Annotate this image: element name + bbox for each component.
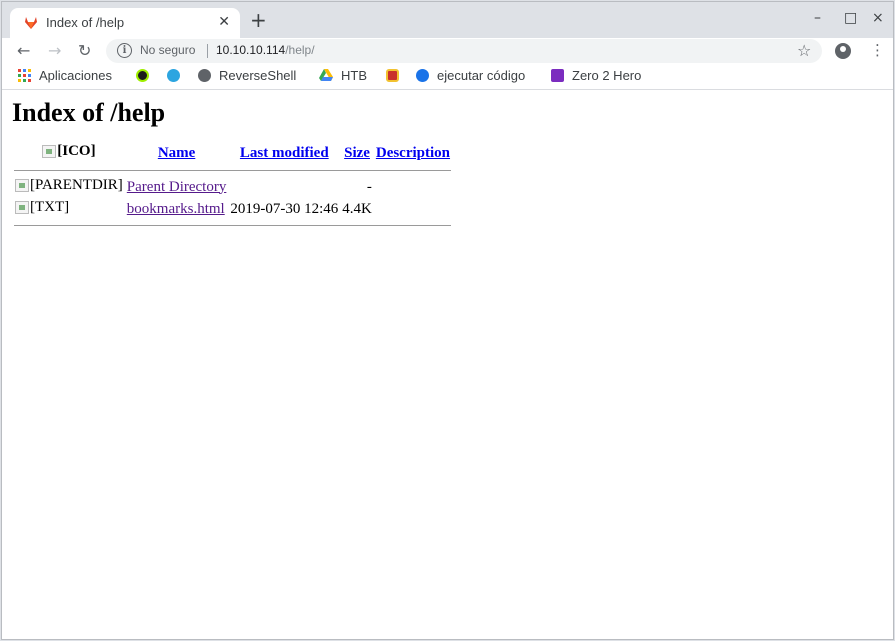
account-icon[interactable] xyxy=(835,43,851,59)
parent-directory-link[interactable]: Parent Directory xyxy=(127,179,227,195)
table-row: [TXT] bookmarks.html 2019-07-30 12:46 4.… xyxy=(14,199,451,219)
tab-active[interactable]: Index of /help ✕ xyxy=(10,8,240,38)
icon-alt-text: [ICO] xyxy=(57,143,96,159)
row-icon: [TXT] xyxy=(14,199,124,219)
bookmark-ironman[interactable] xyxy=(386,68,407,83)
size-column-header: Size xyxy=(341,142,373,164)
bookmark-reverseshell[interactable]: ReverseShell xyxy=(198,68,296,83)
sort-by-description-link[interactable]: Description xyxy=(376,145,450,161)
reload-icon[interactable]: ↻ xyxy=(78,41,91,60)
maximize-button[interactable]: □ xyxy=(844,10,857,26)
bookmarks-file-link[interactable]: bookmarks.html xyxy=(127,201,225,217)
separator-row xyxy=(14,221,452,230)
menu-kebab-icon[interactable]: ⋮ xyxy=(870,41,885,59)
back-arrow-icon[interactable]: ← xyxy=(17,41,30,60)
info-icon[interactable]: i xyxy=(117,43,132,58)
forward-arrow-icon[interactable]: → xyxy=(48,41,61,60)
sort-by-size-link[interactable]: Size xyxy=(344,145,370,161)
security-label: No seguro xyxy=(140,43,196,57)
bookmark-ejecutar[interactable]: ejecutar código xyxy=(416,68,525,83)
bookmark-label: ReverseShell xyxy=(219,68,297,83)
url-path: /help/ xyxy=(285,43,315,57)
url-text: 10.10.10.114/help/ xyxy=(216,43,315,57)
divider xyxy=(14,170,452,171)
sort-by-modified-link[interactable]: Last modified xyxy=(240,145,329,161)
icon-column-header: [ICO] xyxy=(14,142,124,164)
bookmark-star-icon[interactable]: ☆ xyxy=(797,41,811,60)
sort-by-name-link[interactable]: Name xyxy=(158,145,196,161)
bookmark-label: Aplicaciones xyxy=(39,68,112,83)
minimize-button[interactable]: – xyxy=(814,10,821,26)
tab-close-icon[interactable]: ✕ xyxy=(218,14,230,30)
separator-row xyxy=(14,166,452,175)
toolbar: ← → ↻ i No seguro 10.10.10.114/help/ ☆ ⋮ xyxy=(2,38,893,65)
table-row: [PARENTDIR] Parent Directory - xyxy=(14,177,451,197)
row-name: Parent Directory xyxy=(126,177,228,197)
description-column-header: Description xyxy=(375,142,451,164)
table-header-row: [ICO] Name Last modified Size Descriptio… xyxy=(14,142,451,164)
bookmarks-bar: Aplicaciones ReverseShell HTB ejecutar c… xyxy=(2,65,893,90)
code-icon xyxy=(416,69,429,82)
divider xyxy=(14,225,452,226)
broken-image-icon xyxy=(15,179,29,192)
row-modified xyxy=(229,177,339,197)
bookmark-label: HTB xyxy=(341,68,367,83)
close-window-button[interactable]: × xyxy=(872,10,884,26)
row-description xyxy=(375,177,451,197)
htb-icon xyxy=(136,69,149,82)
bookmark-label: ejecutar código xyxy=(437,68,526,83)
modified-column-header: Last modified xyxy=(229,142,339,164)
icon-alt-text: [TXT] xyxy=(30,199,70,215)
omnibox-separator xyxy=(207,44,208,58)
tab-title: Index of /help xyxy=(46,15,125,30)
page-title: Index of /help xyxy=(12,98,166,127)
broken-image-icon xyxy=(15,201,29,214)
bookmark-telegram[interactable] xyxy=(167,68,188,83)
bookmark-zero2hero[interactable]: Zero 2 Hero xyxy=(551,68,641,83)
gitlab-fox-icon xyxy=(25,17,37,29)
zero2hero-icon xyxy=(551,69,564,82)
row-size: 4.4K xyxy=(342,200,372,217)
row-size: - xyxy=(366,178,372,195)
telegram-icon xyxy=(167,69,180,82)
bookmark-aplicaciones[interactable]: Aplicaciones xyxy=(18,68,112,83)
ironman-icon xyxy=(386,69,399,82)
name-column-header: Name xyxy=(126,142,228,164)
browser-window: Index of /help ✕ + – □ × ← → ↻ i No segu… xyxy=(1,1,894,640)
broken-image-icon xyxy=(42,145,57,158)
url-host: 10.10.10.114 xyxy=(216,43,286,57)
row-icon: [PARENTDIR] xyxy=(14,177,124,197)
bookmark-htb-logo[interactable] xyxy=(136,68,157,83)
row-modified: 2019-07-30 12:46 xyxy=(230,200,339,217)
bookmark-htb[interactable]: HTB xyxy=(319,68,367,83)
icon-alt-text: [PARENTDIR] xyxy=(30,177,123,193)
globe-icon xyxy=(198,69,211,82)
directory-table: [ICO] Name Last modified Size Descriptio… xyxy=(12,140,453,232)
row-description xyxy=(375,199,451,219)
bookmark-label: Zero 2 Hero xyxy=(572,68,642,83)
google-drive-icon xyxy=(319,69,333,81)
page-content: Index of /help [ICO] Name Last modified … xyxy=(12,98,453,232)
tab-strip: Index of /help ✕ + – □ × xyxy=(2,2,893,38)
new-tab-button[interactable]: + xyxy=(250,10,267,30)
apps-grid-icon xyxy=(18,69,31,82)
row-name: bookmarks.html xyxy=(126,199,228,219)
address-bar[interactable]: i No seguro 10.10.10.114/help/ xyxy=(106,39,822,63)
